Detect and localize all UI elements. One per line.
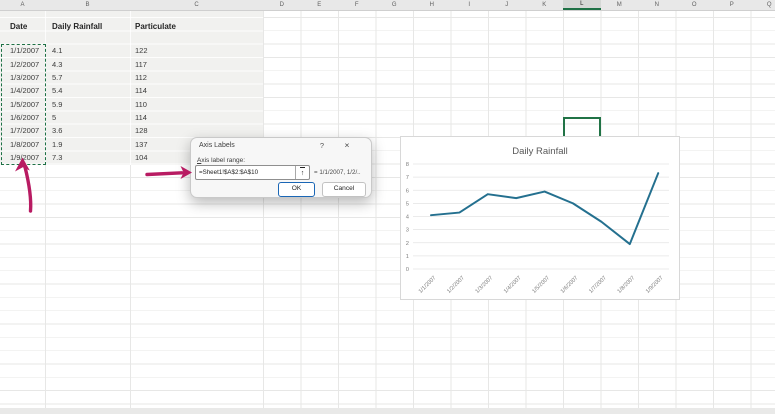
svg-text:8: 8 (406, 162, 409, 168)
axis-range-input[interactable]: =Sheet1!$A$2:$A$10 ↑ (195, 165, 310, 180)
column-header-I[interactable]: I (451, 0, 489, 10)
svg-text:1/9/2007: 1/9/2007 (645, 275, 665, 295)
svg-text:1/5/2007: 1/5/2007 (531, 275, 551, 295)
dialog-title: Axis Labels (199, 142, 235, 149)
svg-text:2: 2 (406, 241, 409, 247)
cell-r9c2[interactable]: 1.9 (52, 138, 62, 151)
svg-text:3: 3 (406, 228, 409, 234)
svg-text:1/2/2007: 1/2/2007 (446, 275, 466, 295)
svg-text:6: 6 (406, 188, 409, 194)
cell-r4c2[interactable]: 5.7 (52, 71, 62, 84)
cell-r4c3[interactable]: 112 (135, 71, 147, 84)
cell-r2c2[interactable]: 4.1 (52, 44, 62, 57)
chart-canvas: 0 1 2 3 4 5 6 7 8 1/1/2007 1/2/2007 1/3/2007 1/4/200… (406, 146, 669, 295)
column-header-M[interactable]: M (601, 0, 639, 10)
column-header-L[interactable]: L (563, 0, 601, 10)
cell-r10c3[interactable]: 104 (135, 151, 148, 164)
column-header-A[interactable]: A (0, 0, 45, 10)
axis-range-value: =Sheet1!$A$2:$A$10 (199, 169, 259, 176)
cell-r6c3[interactable]: 110 (135, 98, 147, 111)
cell-r5c3[interactable]: 114 (135, 84, 147, 97)
cell-r10c2[interactable]: 7.3 (52, 151, 62, 164)
column-header-row[interactable]: ABCDEFGHIJKLMNOPQ (0, 0, 775, 11)
cell-r8c3[interactable]: 128 (135, 124, 148, 137)
cell-r6c2[interactable]: 5.9 (52, 98, 62, 111)
cell-r3c3[interactable]: 117 (135, 58, 147, 71)
table-header-particulate[interactable]: Particulate (135, 20, 176, 33)
table-header-daily-rainfall[interactable]: Daily Rainfall (52, 20, 102, 33)
axis-labels-dialog[interactable]: Axis Labels ? × Axis label range: =Sheet… (190, 137, 372, 198)
cell-r9c3[interactable]: 137 (135, 138, 148, 151)
cell-r7c3[interactable]: 114 (135, 111, 147, 124)
table-header-date[interactable]: Date (10, 20, 27, 33)
collapse-dialog-button[interactable]: ↑ (295, 166, 309, 179)
active-cell-outline (563, 117, 601, 138)
column-header-D[interactable]: D (263, 0, 301, 10)
svg-text:1/7/2007: 1/7/2007 (588, 275, 608, 295)
column-header-C[interactable]: C (130, 0, 263, 10)
rainfall-line-chart[interactable]: 0 1 2 3 4 5 6 7 8 1/1/2007 1/2/2007 1/3/2007 1/4/200… (400, 136, 680, 300)
bottom-edge-strip (0, 408, 775, 414)
svg-text:1: 1 (406, 254, 409, 260)
help-icon[interactable]: ? (315, 141, 329, 151)
svg-text:4: 4 (406, 215, 410, 221)
range-preview-text: = 1/1/2007, 1/2/.. (314, 168, 361, 176)
svg-text:1/6/2007: 1/6/2007 (560, 275, 580, 295)
collapse-dialog-icon: ↑ (299, 167, 306, 179)
svg-text:7: 7 (406, 175, 409, 181)
column-header-Q[interactable]: Q (751, 0, 775, 10)
svg-text:1/4/2007: 1/4/2007 (503, 275, 523, 295)
svg-text:0: 0 (406, 267, 409, 273)
svg-text:5: 5 (406, 201, 409, 207)
column-header-N[interactable]: N (638, 0, 676, 10)
column-header-B[interactable]: B (45, 0, 130, 10)
table-col-separator-2 (130, 10, 131, 165)
column-header-G[interactable]: G (376, 0, 414, 10)
cell-r3c2[interactable]: 4.3 (52, 58, 62, 71)
column-header-K[interactable]: K (526, 0, 564, 10)
cell-r7c2[interactable]: 5 (52, 111, 56, 124)
column-header-P[interactable]: P (713, 0, 751, 10)
svg-text:1/8/2007: 1/8/2007 (617, 275, 637, 295)
close-icon[interactable]: × (339, 140, 355, 151)
svg-text:1/1/2007: 1/1/2007 (418, 275, 438, 295)
svg-text:1/3/2007: 1/3/2007 (475, 275, 495, 295)
svg-text:Daily Rainfall: Daily Rainfall (512, 146, 567, 157)
cancel-button[interactable]: Cancel (322, 181, 366, 197)
excel-worksheet: ABCDEFGHIJKLMNOPQ Date Daily Rainfall Part… (0, 0, 775, 414)
cell-r5c2[interactable]: 5.4 (52, 84, 62, 97)
cell-r2c3[interactable]: 122 (135, 44, 148, 57)
column-header-O[interactable]: O (676, 0, 714, 10)
column-header-E[interactable]: E (301, 0, 339, 10)
axis-label-range-label: Axis label range: (197, 156, 246, 164)
column-header-H[interactable]: H (413, 0, 451, 10)
column-header-J[interactable]: J (488, 0, 526, 10)
ok-button[interactable]: OK (278, 181, 315, 197)
selected-range-marquee (1, 43, 46, 165)
cell-r8c2[interactable]: 3.6 (52, 124, 62, 137)
column-header-F[interactable]: F (338, 0, 376, 10)
